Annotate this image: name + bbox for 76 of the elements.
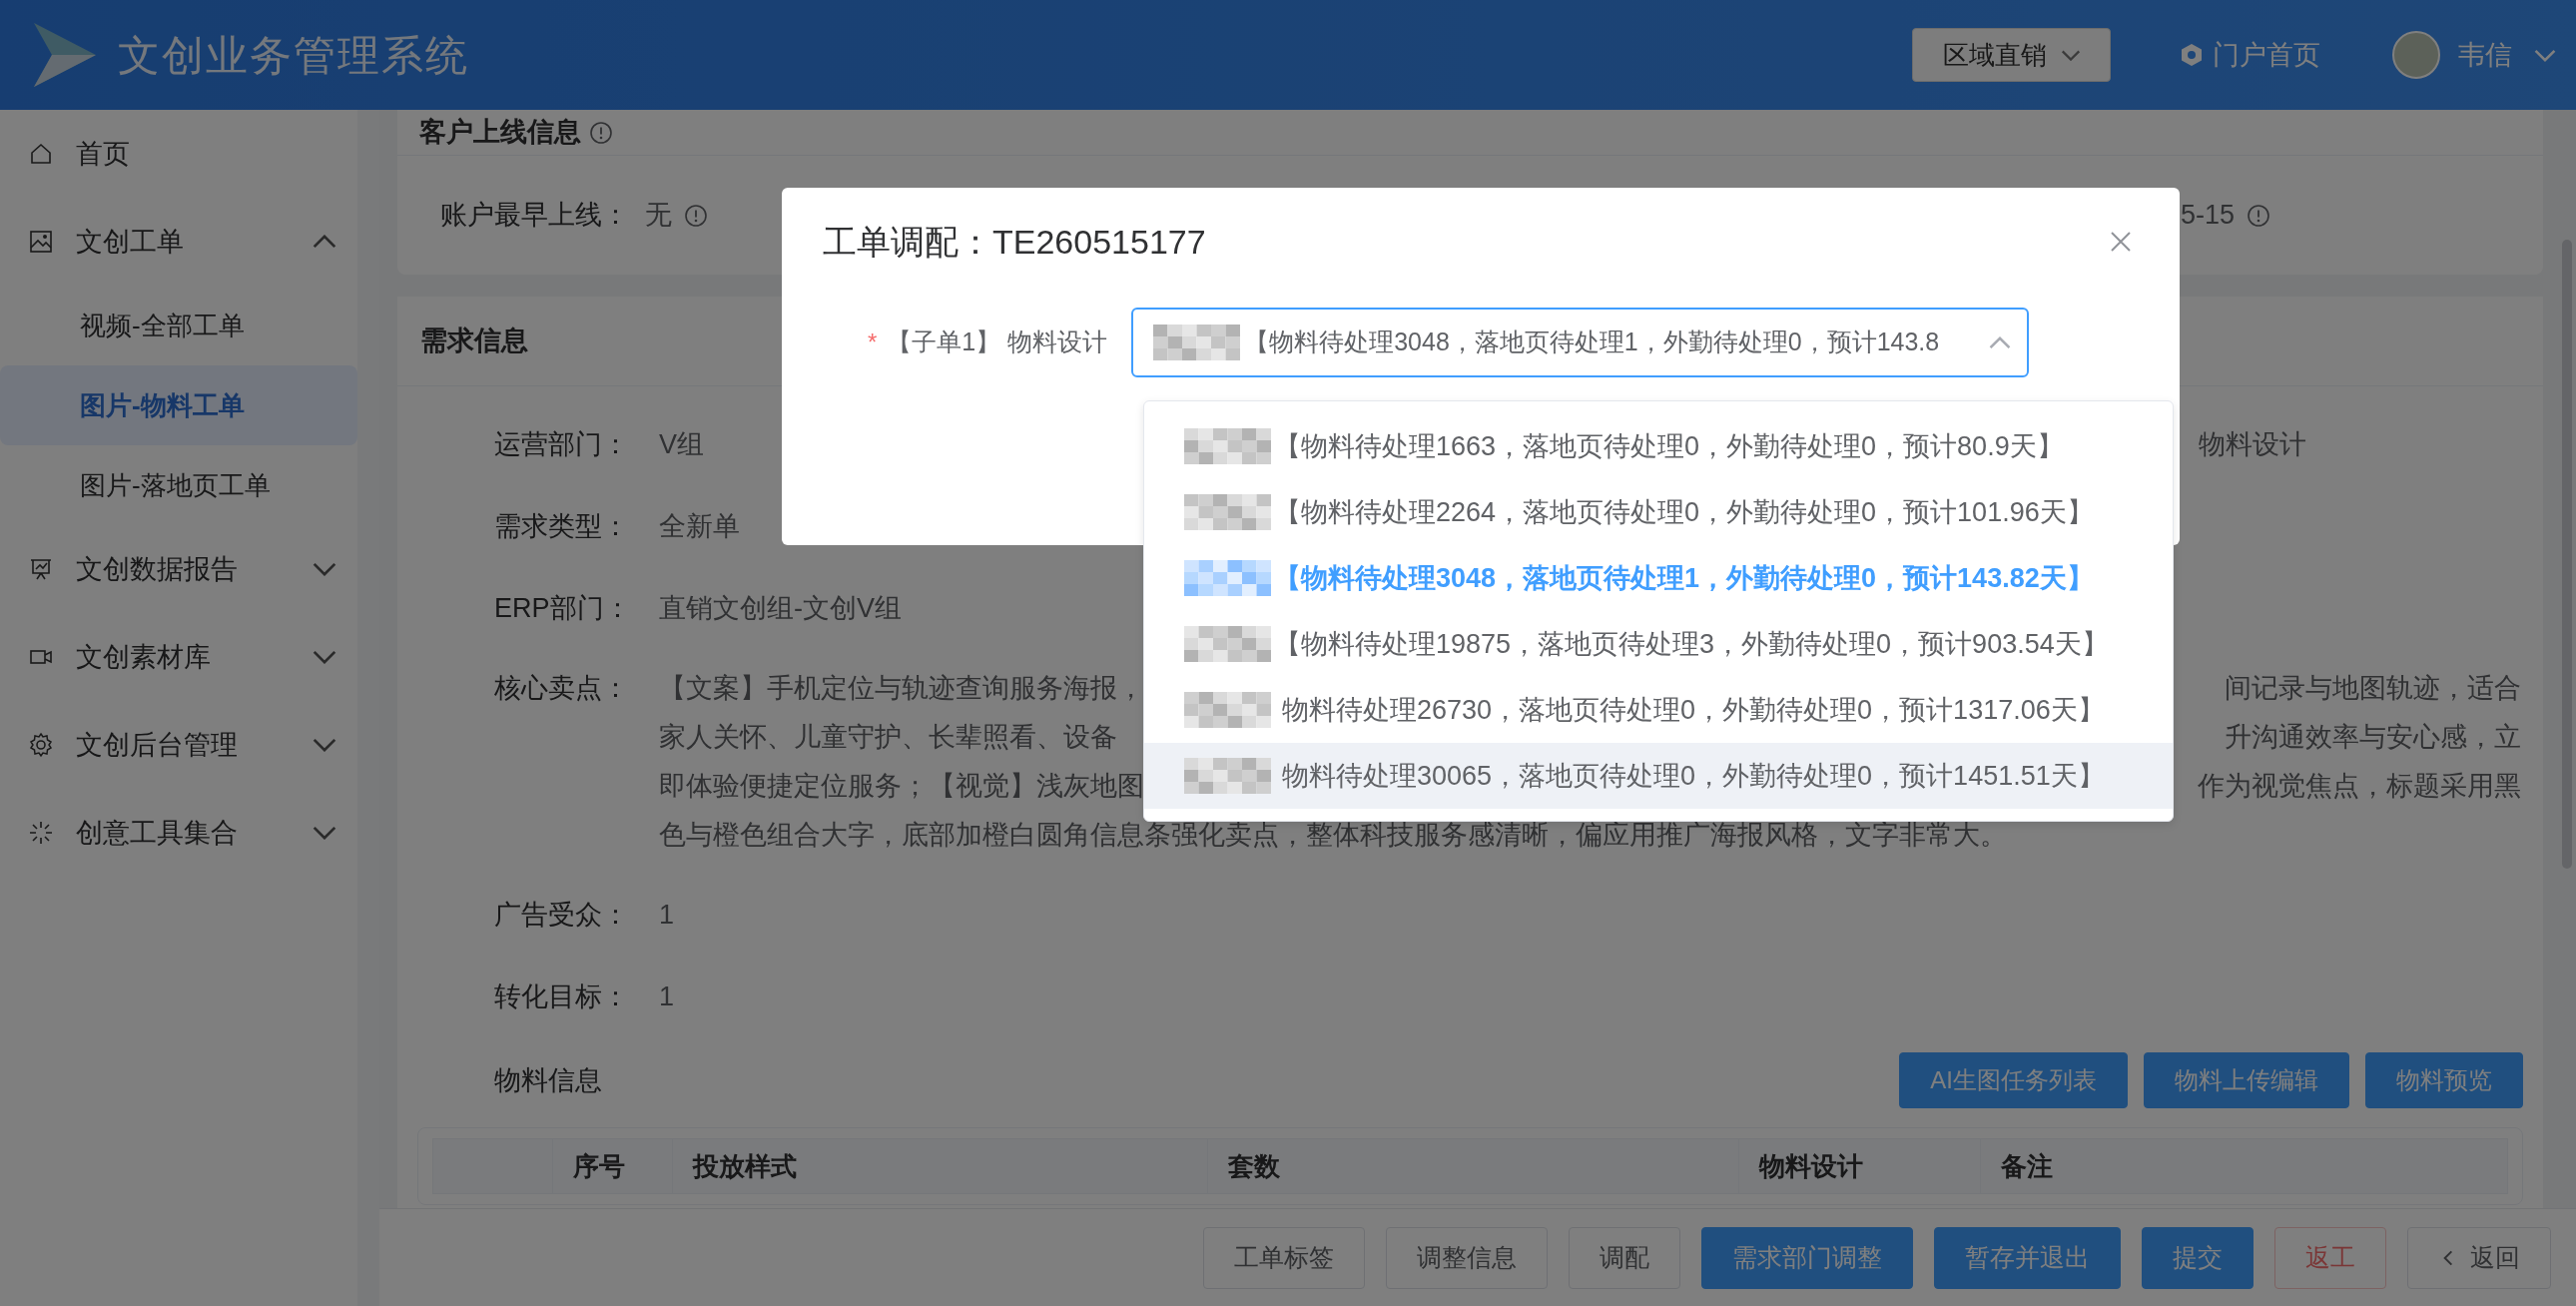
section-title: 需求信息	[420, 325, 528, 358]
footer-button[interactable]: 调配	[1569, 1226, 1680, 1289]
footer-button[interactable]: 调整信息	[1386, 1226, 1548, 1289]
field-label: 需求类型：	[494, 509, 630, 543]
footer-button[interactable]: 返工	[2274, 1226, 2386, 1289]
field-label: ERP部门：	[494, 591, 632, 625]
paragraph-text: 【文案】手机定位与轨迹查询服务海报，	[659, 672, 1144, 705]
chevron-icon	[313, 235, 336, 249]
select-field[interactable]: 【物料待处理3048，落地页待处理1，外勤待处理0，预计143.8	[1131, 308, 2030, 377]
column-header: 序号	[573, 1149, 625, 1183]
field-value: 1	[659, 899, 675, 930]
sidebar-item[interactable]: 文创素材库	[0, 613, 357, 701]
sidebar-item[interactable]: 文创后台管理	[0, 701, 357, 789]
chevron-icon	[313, 826, 336, 840]
app-title: 文创业务管理系统	[118, 30, 469, 81]
field-label: 核心卖点：	[494, 672, 630, 705]
section-label: 物料信息	[494, 1063, 602, 1097]
field-value: V组	[659, 428, 704, 459]
dropdown-option[interactable]: 【物料待处理2264，落地页待处理0，外勤待处理0，预计101.96天】	[1144, 479, 2173, 545]
field-label: 运营部门：	[494, 427, 630, 461]
chevron-icon	[313, 650, 336, 664]
paragraph-text: 间记录与地图轨迹，适合	[2225, 672, 2521, 705]
avatar[interactable]	[2392, 31, 2440, 79]
column-header: 投放样式	[693, 1149, 797, 1183]
info-icon	[684, 203, 708, 228]
field-label: 广告受众：	[494, 898, 630, 932]
chart-board-icon	[28, 556, 54, 582]
sidebar-subitem[interactable]: 视频-全部工单	[0, 286, 357, 365]
column-header: 备注	[2001, 1149, 2053, 1183]
footer-button[interactable]: 工单标签	[1203, 1226, 1365, 1289]
column-header: 套数	[1228, 1149, 1280, 1183]
field-value: 5-15	[2180, 199, 2235, 233]
region-dropdown[interactable]: 区域直销	[1912, 28, 2111, 82]
field-value: 直销文创组-文创V组	[659, 592, 902, 623]
dropdown-option[interactable]: 【物料待处理19875，落地页待处理3，外勤待处理0，预计903.54天】	[1144, 611, 2173, 677]
dropdown-option[interactable]: 【物料待处理3048，落地页待处理1，外勤待处理0，预计143.82天】	[1144, 545, 2173, 611]
info-icon	[2247, 203, 2270, 228]
hexagon-icon	[2179, 42, 2205, 68]
section-title: 客户上线信息	[419, 116, 581, 150]
sidebar-item[interactable]: 首页	[0, 110, 357, 198]
chevron-icon	[313, 738, 336, 752]
info-icon	[589, 120, 613, 145]
field-label: 转化目标：	[494, 980, 630, 1013]
sidebar-item[interactable]: 创意工具集合	[0, 789, 357, 877]
paragraph-text: 即体验便捷定位服务；【视觉】浅灰地图	[659, 770, 1144, 803]
field-value: 全新单	[659, 510, 740, 541]
paragraph-text: 升沟通效率与安心感，立	[2225, 721, 2521, 754]
settings-icon	[28, 732, 54, 758]
back-button[interactable]: 返回	[2407, 1226, 2551, 1289]
sparkle-icon	[28, 820, 54, 846]
field-value: 物料设计	[2199, 427, 2307, 461]
sidebar-subitem[interactable]: 图片-落地页工单	[0, 445, 357, 525]
dropdown-option[interactable]: 物料待处理26730，落地页待处理0，外勤待处理0，预计1317.06天】	[1144, 677, 2173, 743]
field-value: 1	[659, 980, 675, 1011]
dialog-title: 工单调配：TE260515177	[823, 221, 1206, 263]
caret-icon	[2060, 49, 2081, 61]
field-label: 【子单1】 物料设计	[887, 326, 1108, 358]
paragraph-text: 家人关怀、儿童守护、长辈照看、设备	[659, 721, 1117, 754]
required-mark: *	[868, 327, 878, 357]
column-header: 物料设计	[1759, 1149, 1863, 1183]
dropdown-option[interactable]: 物料待处理30065，落地页待处理0，外勤待处理0，预计1451.51天】	[1144, 743, 2173, 809]
field-value: 无	[645, 199, 672, 233]
caret-icon	[2534, 48, 2556, 62]
image-icon	[28, 229, 54, 255]
paragraph-text: 色与橙色组合大字，底部加橙白圆角信息条强化卖点，整体科技服务感清晰，偏应用推广海报风格，文字非常大。	[659, 819, 2007, 852]
paragraph-text: 作为视觉焦点，标题采用黑	[2198, 770, 2521, 803]
field-label: 账户最早上线：	[440, 199, 629, 233]
portal-link[interactable]: 门户首页	[2179, 34, 2320, 76]
chevron-icon	[313, 562, 336, 576]
dropdown-option[interactable]: 【物料待处理1663，落地页待处理0，外勤待处理0，预计80.9天】	[1144, 413, 2173, 479]
user-name[interactable]: 韦信	[2458, 34, 2512, 76]
sidebar-item[interactable]: 文创工单	[0, 198, 357, 286]
chevron-icon	[1989, 335, 2012, 349]
home-icon	[28, 141, 54, 167]
sidebar-subitem[interactable]: 图片-物料工单	[0, 365, 357, 445]
sidebar-item[interactable]: 文创数据报告	[0, 525, 357, 613]
